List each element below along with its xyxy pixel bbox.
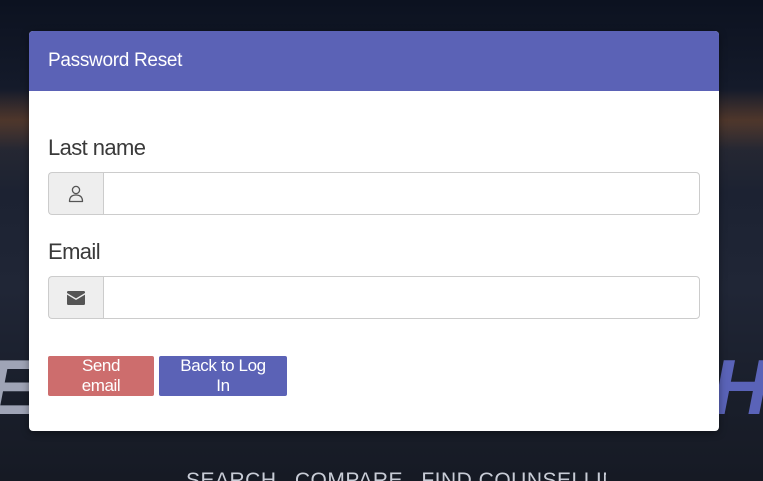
envelope-icon	[48, 276, 103, 319]
email-input-group	[48, 276, 700, 319]
nav-item-search[interactable]: SEARCH	[186, 469, 277, 481]
nav-item-find-counselling[interactable]: FIND COUNSELLING	[421, 469, 606, 481]
modal-body: Last name Email Send email Back to Log I…	[29, 135, 719, 396]
button-row: Send email Back to Log In	[48, 356, 700, 396]
last-name-input-group	[48, 172, 700, 215]
last-name-label: Last name	[48, 135, 146, 160]
last-name-field[interactable]	[103, 172, 700, 215]
nav-item-compare[interactable]: COMPARE	[295, 469, 403, 481]
background-nav: SEARCH COMPARE FIND COUNSELLING	[186, 466, 606, 481]
email-field[interactable]	[103, 276, 700, 319]
password-reset-modal: Password Reset Last name Email Send emai…	[29, 31, 719, 431]
email-label: Email	[48, 239, 101, 264]
modal-title: Password Reset	[48, 50, 183, 71]
back-to-login-button[interactable]: Back to Log In	[159, 356, 287, 396]
modal-header: Password Reset	[29, 31, 719, 91]
user-icon	[48, 172, 103, 215]
background-heading-right: H	[712, 343, 763, 431]
send-email-button[interactable]: Send email	[48, 356, 154, 396]
